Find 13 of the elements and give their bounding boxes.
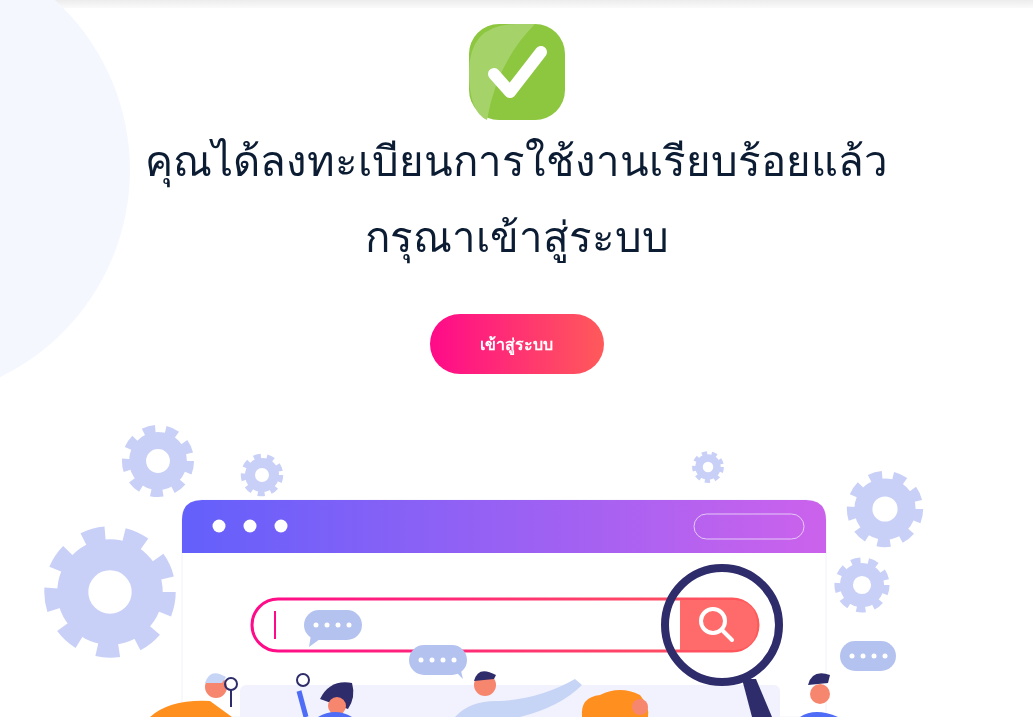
gear-icon <box>834 557 890 613</box>
login-button[interactable]: เข้าสู่ระบบ <box>429 314 604 374</box>
speech-bubble <box>840 641 896 671</box>
check-icon <box>466 22 567 122</box>
gear-icon <box>44 526 176 658</box>
gear-icon <box>121 424 195 498</box>
person-figure <box>296 673 354 717</box>
heading-text: คุณได้ลงทะเบียนการใช้งานเรียบร้อยแล้ว <box>145 136 888 190</box>
gear-icon <box>240 453 284 497</box>
person-figure <box>800 673 838 717</box>
gear-icon <box>846 470 924 548</box>
gear-icon <box>692 451 724 483</box>
heading-text: กรุณาเข้าสู่ระบบ <box>364 212 669 266</box>
